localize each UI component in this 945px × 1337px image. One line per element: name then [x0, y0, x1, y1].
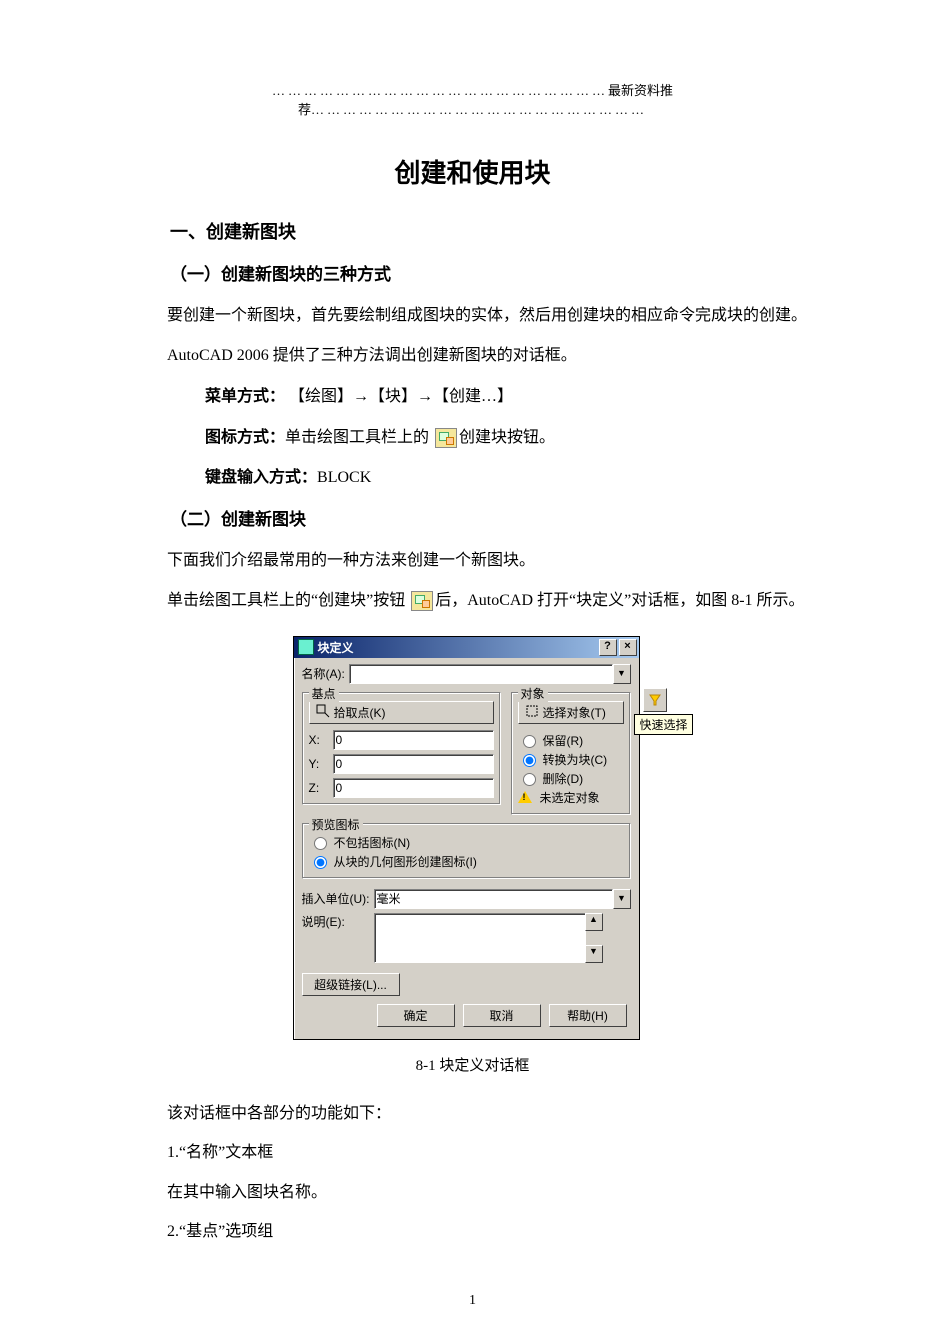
base-point-legend: 基点: [309, 685, 339, 702]
preview-geom-radio[interactable]: 从块的几何图形创建图标(I): [309, 853, 624, 870]
list-item-2: 2.“基点”选项组: [135, 1215, 810, 1249]
name-dropdown-button[interactable]: ▼: [613, 664, 631, 684]
description-label: 说明(E):: [302, 913, 370, 930]
pick-point-button[interactable]: 拾取点(K): [309, 701, 494, 724]
insert-unit-dropdown-button[interactable]: ▼: [613, 889, 631, 909]
insert-unit-select[interactable]: [374, 889, 613, 909]
create-block-icon: [435, 428, 457, 448]
ok-button[interactable]: 确定: [377, 1004, 455, 1027]
doc-title: 创建和使用块: [135, 153, 810, 190]
pick-point-icon: [316, 704, 330, 721]
z-input[interactable]: [333, 778, 494, 798]
warning-icon: [518, 791, 532, 803]
preview-icon-group: 预览图标 不包括图标(N) 从块的几何图形创建图标(I): [302, 823, 631, 879]
scroll-up-button[interactable]: ▲: [585, 913, 603, 931]
dialog-app-icon: [298, 639, 314, 655]
x-label: X:: [309, 733, 329, 747]
convert-radio[interactable]: 转换为块(C): [518, 751, 624, 768]
retain-radio[interactable]: 保留(R): [518, 732, 624, 749]
insert-unit-label: 插入单位(U):: [302, 890, 370, 907]
quick-select-button[interactable]: [643, 688, 667, 712]
y-input[interactable]: [333, 754, 494, 774]
header-banner: ………………………………………………………最新资料推荐……………………………………: [135, 80, 810, 118]
hyperlink-button[interactable]: 超级链接(L)...: [302, 973, 400, 996]
create-block-icon: [411, 591, 433, 611]
objects-group: 对象 选择对象(T) 保留(R) 转换为块(C): [511, 692, 631, 815]
list-item-1: 1.“名称”文本框: [135, 1136, 810, 1170]
quick-select-tooltip: 快速选择: [634, 714, 692, 735]
help-button[interactable]: 帮助(H): [549, 1004, 627, 1027]
y-label: Y:: [309, 757, 329, 771]
dialog-title: 块定义: [318, 639, 354, 656]
select-objects-icon: [525, 704, 539, 721]
dialog-titlebar[interactable]: 块定义 ? ×: [294, 637, 639, 658]
section-1-heading: 一、创建新图块: [170, 218, 810, 244]
block-definition-dialog-figure: 块定义 ? × 名称(A): ▼ 基点: [293, 636, 653, 1040]
paragraph: 下面我们介绍最常用的一种方法来创建一个新图块。: [135, 544, 810, 578]
no-selection-warning: 未选定对象: [518, 789, 624, 806]
method-menu: 菜单方式： 【绘图】→【块】→【创建…】: [205, 378, 810, 416]
paragraph: AutoCAD 2006 提供了三种方法调出创建新图块的对话框。: [135, 339, 810, 373]
z-label: Z:: [309, 781, 329, 795]
section-1-2-heading: （二）创建新图块: [170, 505, 810, 530]
list-item-1-desc: 在其中输入图块名称。: [135, 1176, 810, 1210]
objects-legend: 对象: [518, 685, 548, 702]
select-objects-button[interactable]: 选择对象(T): [518, 701, 624, 724]
close-button-icon[interactable]: ×: [619, 639, 637, 656]
x-input[interactable]: [333, 730, 494, 750]
base-point-group: 基点 拾取点(K) X: Y: Z:: [302, 692, 501, 805]
name-label: 名称(A):: [302, 665, 345, 682]
name-input[interactable]: [349, 664, 613, 684]
figure-caption: 8-1 块定义对话框: [135, 1054, 810, 1075]
method-icon: 图标方式：单击绘图工具栏上的 创建块按钮。: [205, 419, 810, 457]
preview-icon-legend: 预览图标: [309, 816, 363, 833]
page-number: 1: [0, 1293, 945, 1309]
section-1-1-heading: （一）创建新图块的三种方式: [170, 260, 810, 285]
delete-radio[interactable]: 删除(D): [518, 770, 624, 787]
description-textarea[interactable]: [374, 913, 586, 963]
preview-none-radio[interactable]: 不包括图标(N): [309, 834, 624, 851]
help-button-icon[interactable]: ?: [599, 639, 617, 656]
paragraph: 该对话框中各部分的功能如下：: [135, 1097, 810, 1131]
scroll-down-button[interactable]: ▼: [585, 945, 603, 963]
method-keyboard: 键盘输入方式：BLOCK: [205, 459, 810, 497]
block-definition-dialog: 块定义 ? × 名称(A): ▼ 基点: [293, 636, 640, 1040]
paragraph: 单击绘图工具栏上的“创建块”按钮 后，AutoCAD 打开“块定义”对话框，如图…: [135, 584, 810, 618]
paragraph: 要创建一个新图块，首先要绘制组成图块的实体，然后用创建块的相应命令完成块的创建。: [135, 299, 810, 333]
cancel-button[interactable]: 取消: [463, 1004, 541, 1027]
